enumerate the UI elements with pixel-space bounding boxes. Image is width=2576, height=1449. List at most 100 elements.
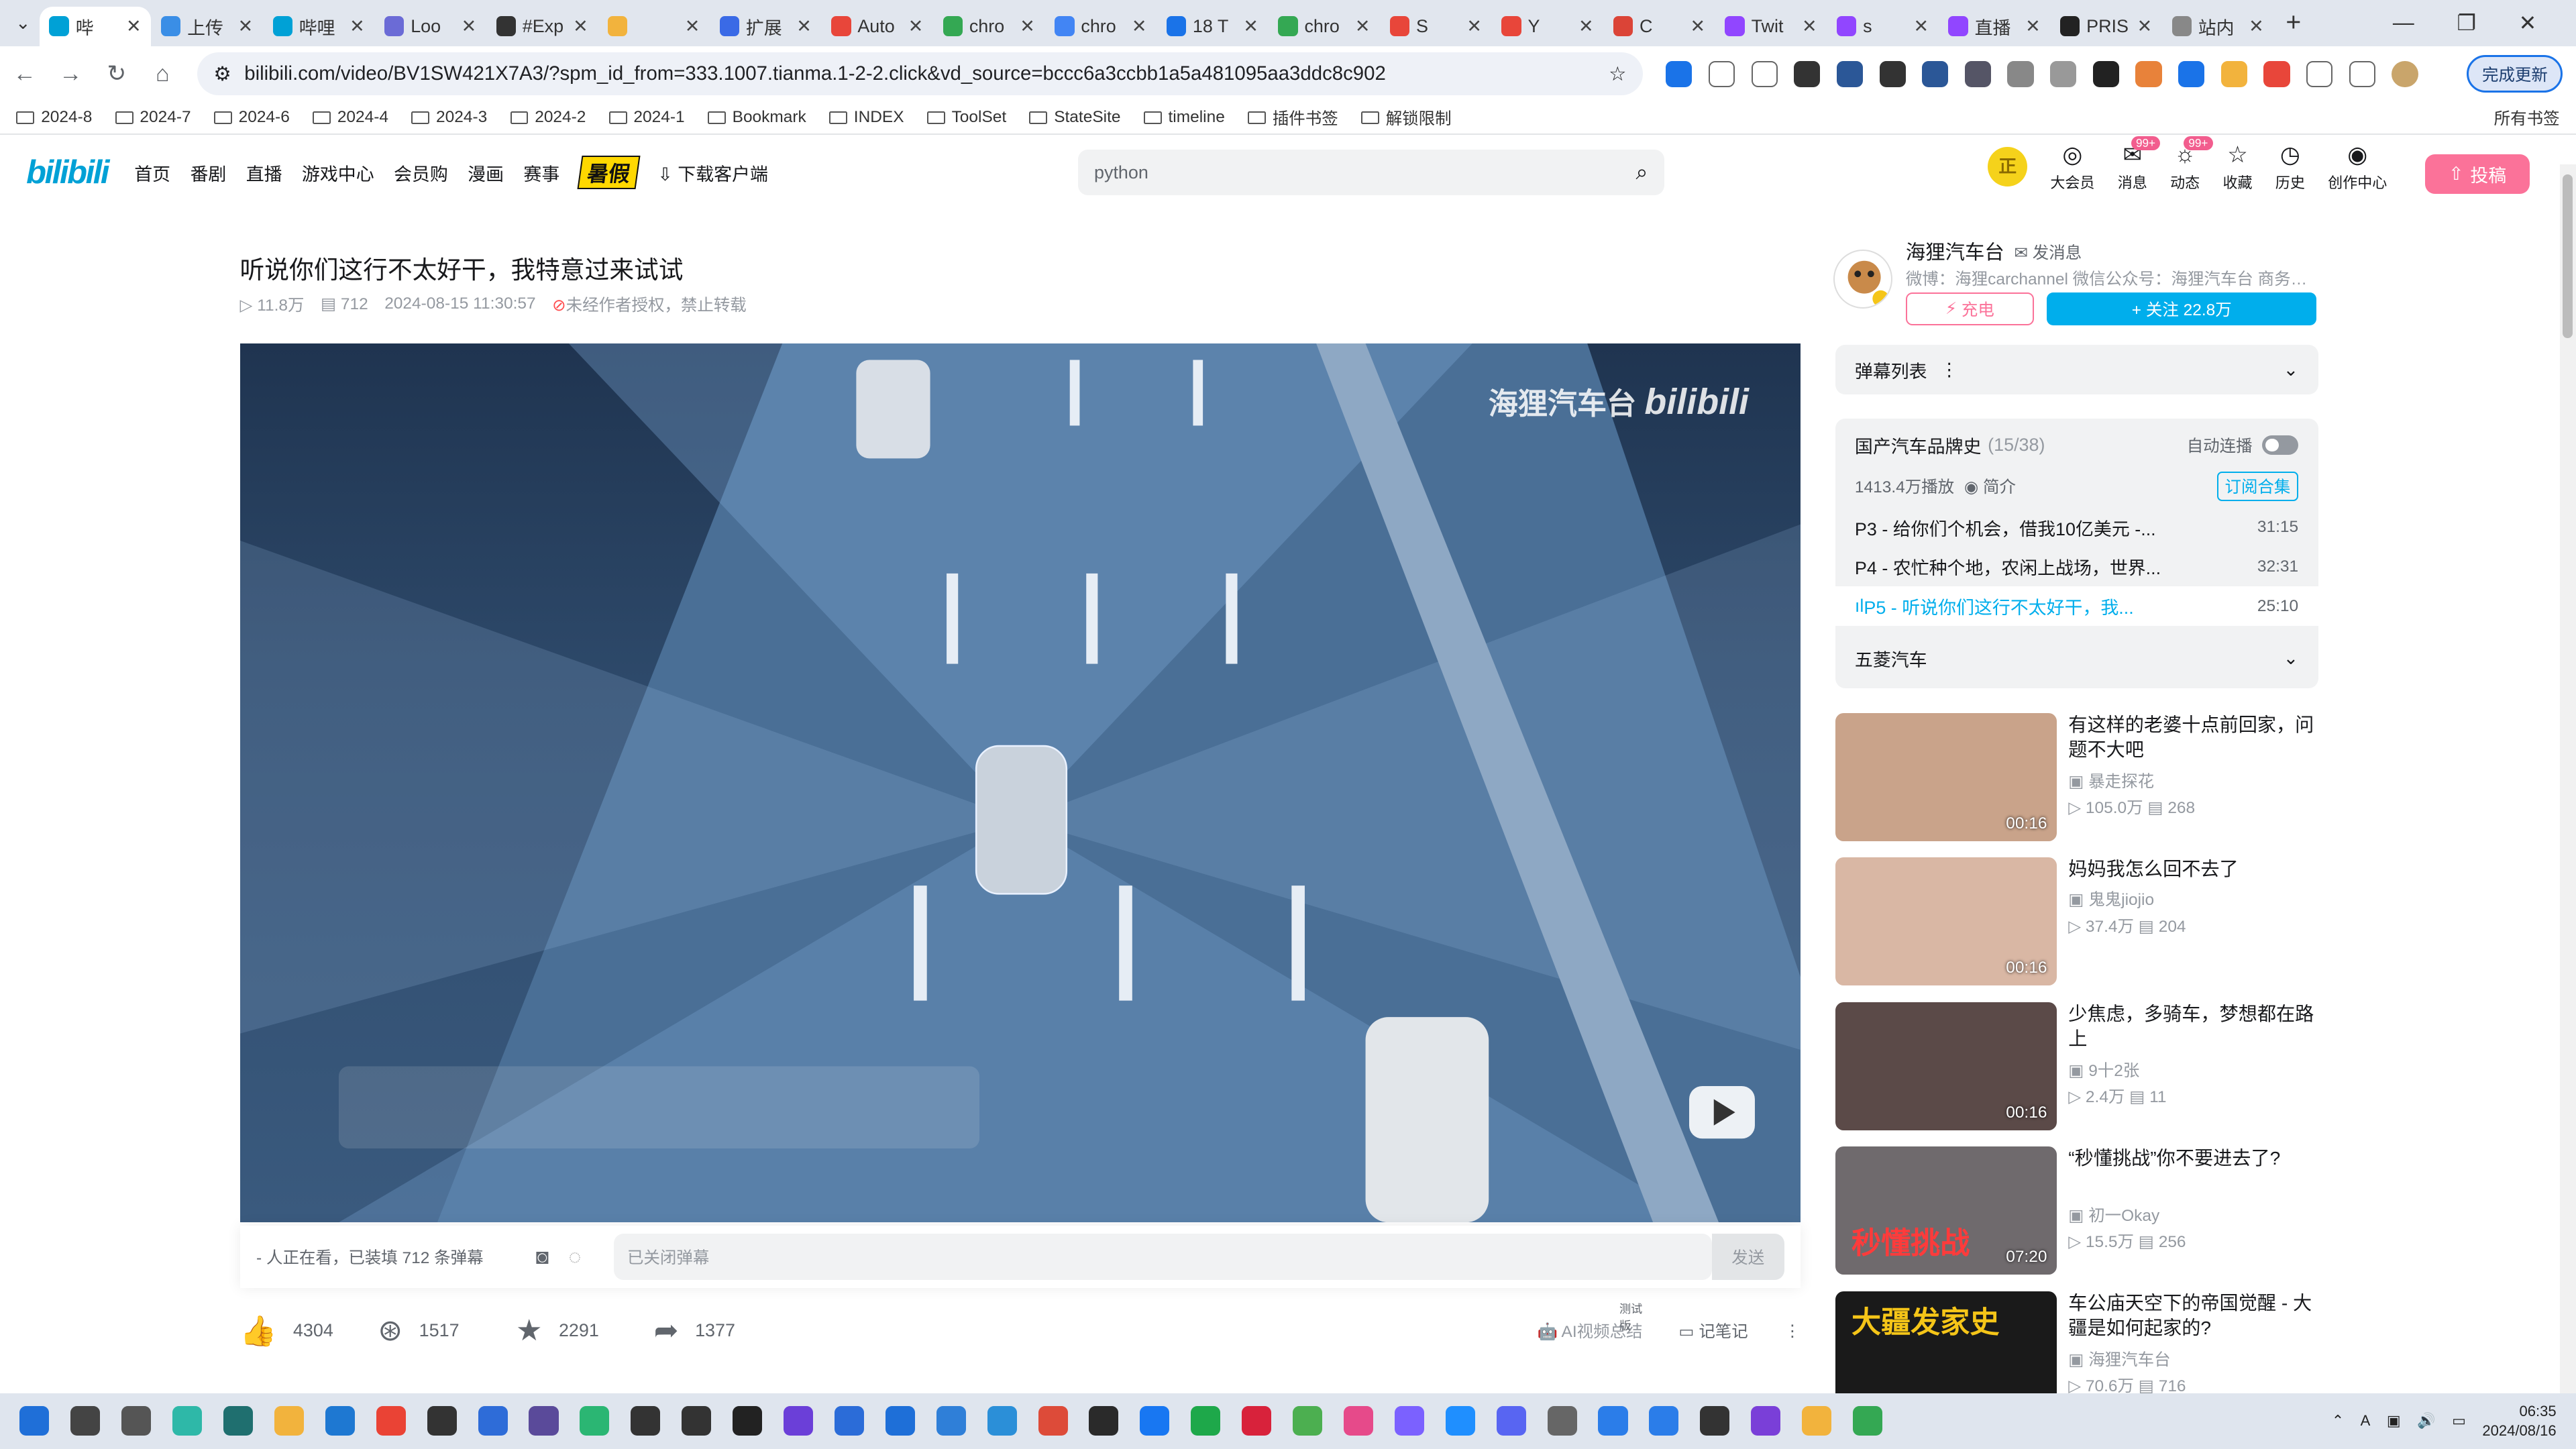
bookmark-folder[interactable]: 2024-8 (16, 108, 92, 127)
collection-title[interactable]: 国产汽车品牌史 (1855, 432, 1981, 458)
tab-close-icon[interactable]: ✕ (573, 16, 588, 37)
nav-item[interactable]: 赛事 (523, 160, 559, 186)
video-thumbnail[interactable]: 00:16 (1835, 712, 2057, 841)
recommended-title[interactable]: 少焦虑，多骑车，梦想都在路上 (2068, 1002, 2318, 1051)
taskbar-app-icon[interactable] (936, 1406, 966, 1436)
share-button[interactable]: ➦ 1377 (654, 1313, 792, 1348)
follow-button[interactable]: + 关注 22.8万 (2047, 292, 2317, 325)
extension-icon[interactable] (1879, 60, 1906, 87)
back-icon[interactable]: ← (13, 61, 36, 87)
taskbar-app-icon[interactable] (223, 1406, 254, 1436)
url-field[interactable]: ⚙ bilibili.com/video/BV1SW421X7A3/?spm_i… (197, 52, 1643, 96)
header-icon-2[interactable]: ✉ 消息 99+ (2118, 136, 2161, 193)
tab-close-icon[interactable]: ✕ (796, 16, 812, 37)
charge-button[interactable]: ⚡ 充电 (1905, 292, 2034, 325)
tab-close-icon[interactable]: ✕ (1020, 16, 1035, 37)
download-client-link[interactable]: ⇩ 下载客户端 (657, 160, 768, 186)
extension-icon[interactable] (1922, 60, 1949, 87)
bookmark-folder[interactable]: 2024-1 (608, 108, 685, 127)
taskbar-app-icon[interactable] (1802, 1406, 1832, 1436)
taskbar-app-icon[interactable] (172, 1406, 203, 1436)
recommended-title[interactable]: 车公庙天空下的帝国觉醒 - 大疆是如何起家的? (2068, 1291, 2318, 1340)
battery-icon[interactable]: ▭ (2452, 1412, 2466, 1430)
recommended-video[interactable]: 00:16 妈妈我怎么回不去了 ▣ 鬼鬼jiojio ▷ 37.4万 ▤ 204 (1835, 857, 2318, 986)
tab-close-icon[interactable]: ✕ (908, 16, 924, 37)
recommended-author[interactable]: ▣ 鬼鬼jiojio (2068, 887, 2154, 910)
search-icon[interactable]: ⌕ (1636, 160, 1648, 185)
taskbar-app-icon[interactable] (1496, 1406, 1526, 1436)
update-button[interactable]: 完成更新 (2467, 55, 2563, 93)
taskbar-app-icon[interactable] (1293, 1406, 1323, 1436)
video-player[interactable]: 海狸汽车台 bilibili (239, 343, 1801, 1223)
recommended-title[interactable]: 有这样的老婆十点前回家，问题不大吧 (2068, 713, 2318, 762)
uploader-avatar[interactable] (1833, 250, 1893, 309)
star-extension-icon[interactable] (1708, 60, 1735, 87)
tab-close-icon[interactable]: ✕ (1466, 16, 1482, 37)
summer-banner[interactable]: 暑假 (577, 156, 641, 190)
taskbar-app-icon[interactable] (1751, 1406, 1781, 1436)
taskbar-app-icon[interactable] (1140, 1406, 1170, 1436)
network-icon[interactable]: ▣ (2387, 1412, 2401, 1430)
puzzle-icon[interactable] (2306, 60, 2333, 87)
tab-close-icon[interactable]: ✕ (350, 16, 365, 37)
windows-start-icon[interactable] (19, 1406, 50, 1436)
tray-chevron-icon[interactable]: ⌃ (2332, 1412, 2344, 1430)
uploader-name[interactable]: 海狸汽车台 (1906, 237, 2004, 265)
forward-icon[interactable]: → (59, 61, 82, 87)
close-window-icon[interactable]: ✕ (2519, 10, 2537, 36)
taskbar-app-icon[interactable] (631, 1406, 661, 1436)
browser-tab[interactable]: #Exp ✕ (486, 7, 598, 46)
bookmark-folder[interactable]: 2024-3 (411, 108, 487, 127)
extension-icon[interactable] (2220, 60, 2247, 87)
maximize-icon[interactable]: ❐ (2457, 10, 2476, 36)
notes-button[interactable]: ▭ 记笔记 (1678, 1319, 1748, 1342)
danmaku-settings-icon[interactable]: ◌ (569, 1244, 582, 1269)
browser-tab[interactable]: C ✕ (1603, 7, 1715, 46)
browser-tab[interactable]: 上传 ✕ (151, 7, 263, 46)
recommended-author[interactable]: ▣ 初一Okay (2068, 1203, 2159, 1226)
recommended-author[interactable]: ▣ 9十2张 (2068, 1058, 2139, 1081)
tab-close-icon[interactable]: ✕ (1690, 16, 1705, 37)
tab-close-icon[interactable]: ✕ (1355, 16, 1371, 37)
extension-icon[interactable] (2092, 60, 2119, 87)
header-icon-3[interactable]: ☼ 动态 99+ (2170, 136, 2213, 193)
nav-item[interactable]: 游戏中心 (302, 160, 374, 186)
taskbar-app-icon[interactable] (427, 1406, 457, 1436)
recommended-video[interactable]: 秒懂挑战 07:20 “秒懂挑战”你不要进去了? ▣ 初一Okay ▷ 15.5万 ▤ … (1835, 1146, 2318, 1275)
taskbar-app-icon[interactable] (121, 1406, 152, 1436)
taskbar-app-icon[interactable] (682, 1406, 712, 1436)
coin-button[interactable]: ⊛ 1517 (378, 1313, 516, 1348)
tab-close-icon[interactable]: ✕ (2137, 16, 2153, 37)
intro-link[interactable]: ◉ 简介 (1964, 474, 2016, 498)
like-button[interactable]: 👍 4304 (240, 1313, 378, 1348)
browser-tab[interactable]: 站内 ✕ (2162, 7, 2274, 46)
input-method-icon[interactable]: A (2361, 1412, 2371, 1430)
taskbar-app-icon[interactable] (1445, 1406, 1475, 1436)
bookmark-folder[interactable]: INDEX (829, 108, 904, 127)
extension-icon[interactable] (1964, 60, 1991, 87)
nav-item[interactable]: 番剧 (190, 160, 226, 186)
browser-tab[interactable]: PRIS ✕ (2050, 7, 2162, 46)
video-thumbnail[interactable]: 00:16 (1835, 1002, 2057, 1130)
tab-close-icon[interactable]: ✕ (462, 16, 477, 37)
browser-tab[interactable]: 直播 ✕ (1939, 7, 2051, 46)
tab-close-icon[interactable]: ✕ (238, 16, 254, 37)
bilibili-logo[interactable]: bilibili (26, 154, 109, 191)
taskbar-app-icon[interactable] (987, 1406, 1017, 1436)
tab-close-icon[interactable]: ✕ (1132, 16, 1147, 37)
browser-tab[interactable]: chro ✕ (1045, 7, 1157, 46)
browser-tab[interactable]: 哔 ✕ (39, 6, 152, 46)
bookmark-folder[interactable]: StateSite (1029, 108, 1120, 127)
send-button[interactable]: 发送 (1711, 1234, 1784, 1280)
taskbar-app-icon[interactable] (834, 1406, 864, 1436)
recommended-title[interactable]: 妈妈我怎么回不去了 (2068, 857, 2318, 882)
bookmark-star-icon[interactable]: ☆ (1609, 62, 1626, 86)
cloud-extension-icon[interactable] (1751, 60, 1778, 87)
taskbar-app-icon[interactable] (529, 1406, 559, 1436)
clock[interactable]: 06:35 2024/08/16 (2482, 1401, 2556, 1441)
page-scrollbar[interactable] (2559, 164, 2576, 1393)
nav-item[interactable]: 会员购 (394, 160, 448, 186)
extension-icon[interactable] (1666, 60, 1693, 87)
nav-item[interactable]: 首页 (134, 160, 170, 186)
episode-item[interactable]: P3 - 给你们个机会，借我10亿美元 -... 31:15 (1855, 508, 2298, 547)
